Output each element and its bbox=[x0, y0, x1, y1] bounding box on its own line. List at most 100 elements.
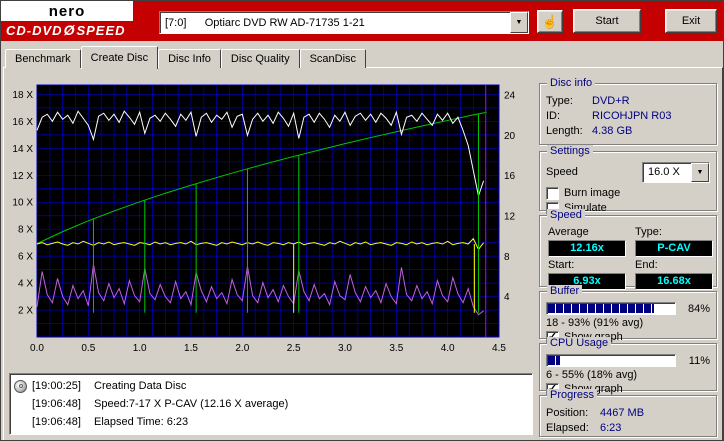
group-title: Disc info bbox=[547, 77, 596, 89]
chart-canvas: 2 X 4 X 6 X 8 X 10 X 12 X 14 X 16 X 18 X 4 8 12 16 20… bbox=[12, 84, 516, 354]
svg-text:3.0: 3.0 bbox=[338, 343, 352, 354]
buffer-progress-fill bbox=[548, 304, 654, 313]
tab-disc-quality[interactable]: Disc Quality bbox=[220, 49, 300, 68]
lightning-slash-icon: Ø bbox=[63, 22, 76, 38]
tab-create-disc[interactable]: Create Disc bbox=[80, 46, 159, 69]
svg-text:18 X: 18 X bbox=[12, 90, 33, 101]
disc-length-label: Length: bbox=[546, 125, 583, 137]
log-row: [19:00:25] Creating Data Disc bbox=[14, 377, 528, 395]
exit-button[interactable]: Exit bbox=[665, 9, 717, 33]
group-title: Settings bbox=[547, 145, 593, 157]
svg-text:14 X: 14 X bbox=[12, 144, 33, 155]
log-time: [19:06:48] bbox=[32, 398, 81, 410]
tab-benchmark[interactable]: Benchmark bbox=[5, 49, 81, 68]
position-label: Position: bbox=[546, 407, 589, 419]
cpu-usage-group: CPU Usage 11% 6 - 55% (18% avg) ✓ Show g… bbox=[539, 337, 717, 396]
svg-text:1.0: 1.0 bbox=[133, 343, 147, 354]
group-title: Progress bbox=[547, 389, 598, 401]
tab-scandisc[interactable]: ScanDisc bbox=[299, 49, 367, 68]
group-title: Speed bbox=[547, 209, 585, 221]
log-row: [19:06:48] Elapsed Time: 6:23 bbox=[14, 413, 528, 431]
end-speed-value: 16.68x bbox=[635, 273, 713, 290]
write-speed-chart: 2 X 4 X 6 X 8 X 10 X 12 X 14 X 16 X 18 X 4 8 12 16 20… bbox=[7, 77, 535, 364]
speed-group: Speed Average Type: 12.16x P-CAV Start: … bbox=[539, 209, 717, 290]
svg-text:2.5: 2.5 bbox=[287, 343, 301, 354]
elapsed-value: 6:23 bbox=[600, 422, 622, 434]
elapsed-label: Elapsed: bbox=[546, 422, 589, 434]
hand-icon: ☝ bbox=[541, 13, 559, 29]
tab-bar: Benchmark Create Disc Disc Info Disc Qua… bbox=[5, 45, 367, 69]
speed-type-value: P-CAV bbox=[635, 240, 713, 257]
app-header: nero CD-DVDØSPEED [7:0] Optiarc DVD RW A… bbox=[1, 1, 723, 41]
buffer-percent: 84% bbox=[687, 302, 710, 315]
speed-type-label: Type: bbox=[635, 226, 662, 238]
svg-text:0.0: 0.0 bbox=[30, 343, 44, 354]
log-text: Speed:7-17 X P-CAV (12.16 X average) bbox=[94, 398, 289, 410]
select-drive-button[interactable]: ☝ bbox=[537, 10, 563, 33]
cpu-range: 6 - 55% (18% avg) bbox=[546, 369, 638, 381]
svg-text:16: 16 bbox=[504, 171, 516, 182]
drive-select[interactable]: [7:0] Optiarc DVD RW AD-71735 1-21 ▼ bbox=[159, 11, 529, 34]
cpu-progress-fill bbox=[548, 356, 561, 365]
drive-select-value: [7:0] Optiarc DVD RW AD-71735 1-21 bbox=[165, 16, 365, 29]
group-title: Buffer bbox=[547, 285, 583, 297]
svg-text:4.5: 4.5 bbox=[492, 343, 506, 354]
svg-text:4 X: 4 X bbox=[18, 279, 33, 290]
log-text: Elapsed Time: 6:23 bbox=[94, 416, 189, 428]
app-window: nero CD-DVDØSPEED [7:0] Optiarc DVD RW A… bbox=[0, 0, 724, 441]
svg-text:2.0: 2.0 bbox=[235, 343, 249, 354]
position-value: 4467 MB bbox=[600, 407, 645, 419]
checkbox-label: Burn image bbox=[564, 187, 621, 199]
status-log: [19:00:25] Creating Data Disc [19:06:48]… bbox=[9, 373, 533, 435]
burn-image-checkbox[interactable]: Burn image bbox=[546, 186, 710, 201]
svg-text:16 X: 16 X bbox=[12, 117, 33, 128]
start-button[interactable]: Start bbox=[573, 9, 641, 33]
disc-type-label: Type: bbox=[546, 95, 573, 107]
settings-group: Settings Speed 16.0 X ▼ Burn image Simul… bbox=[539, 145, 717, 215]
speed-select-value: 16.0 X bbox=[648, 166, 680, 178]
disc-length-value: 4.38 GB bbox=[592, 125, 633, 137]
speed-setting-label: Speed bbox=[546, 166, 578, 178]
buffer-range: 18 - 93% (91% avg) bbox=[546, 317, 644, 329]
speed-select[interactable]: 16.0 X ▼ bbox=[642, 162, 710, 183]
app-title: CD-DVDØSPEED bbox=[6, 22, 126, 38]
svg-text:12 X: 12 X bbox=[12, 171, 33, 182]
svg-text:4.0: 4.0 bbox=[441, 343, 455, 354]
log-time: [19:06:48] bbox=[32, 416, 81, 428]
svg-text:20: 20 bbox=[504, 131, 516, 142]
svg-text:24: 24 bbox=[504, 91, 516, 102]
tab-disc-info[interactable]: Disc Info bbox=[158, 49, 221, 68]
group-title: CPU Usage bbox=[547, 337, 612, 349]
nero-logo: nero bbox=[1, 1, 133, 21]
checkbox-box[interactable] bbox=[546, 187, 559, 200]
average-speed-value: 12.16x bbox=[548, 240, 626, 257]
nero-logo-text: nero bbox=[48, 2, 86, 20]
log-time: [19:00:25] bbox=[32, 380, 81, 392]
svg-text:8: 8 bbox=[504, 252, 510, 263]
log-text: Creating Data Disc bbox=[94, 380, 187, 392]
disc-id-value: RICOHJPN R03 bbox=[592, 110, 672, 122]
svg-text:6 X: 6 X bbox=[18, 252, 33, 263]
cpu-progress-bar bbox=[546, 354, 676, 367]
svg-text:8 X: 8 X bbox=[18, 225, 33, 236]
svg-text:12: 12 bbox=[504, 212, 516, 223]
svg-text:2 X: 2 X bbox=[18, 306, 33, 317]
chevron-down-icon[interactable]: ▼ bbox=[510, 12, 528, 33]
svg-text:1.5: 1.5 bbox=[184, 343, 198, 354]
cpu-percent: 11% bbox=[688, 354, 710, 367]
average-speed-label: Average bbox=[548, 226, 589, 238]
svg-text:10 X: 10 X bbox=[12, 198, 33, 209]
chevron-down-icon[interactable]: ▼ bbox=[691, 163, 709, 182]
progress-group: Progress Position: 4467 MB Elapsed: 6:23 bbox=[539, 389, 717, 437]
buffer-progress-bar bbox=[546, 302, 676, 315]
buffer-group: Buffer 84% 18 - 93% (91% avg) ✓ Show gra… bbox=[539, 285, 717, 344]
disc-icon bbox=[14, 379, 27, 393]
svg-text:4: 4 bbox=[504, 292, 510, 303]
svg-text:0.5: 0.5 bbox=[81, 343, 95, 354]
start-speed-label: Start: bbox=[548, 259, 575, 271]
disc-type-value: DVD+R bbox=[592, 95, 630, 107]
end-speed-label: End: bbox=[635, 259, 658, 271]
disc-id-label: ID: bbox=[546, 110, 561, 122]
svg-text:3.5: 3.5 bbox=[389, 343, 403, 354]
log-row: [19:06:48] Speed:7-17 X P-CAV (12.16 X a… bbox=[14, 395, 528, 413]
